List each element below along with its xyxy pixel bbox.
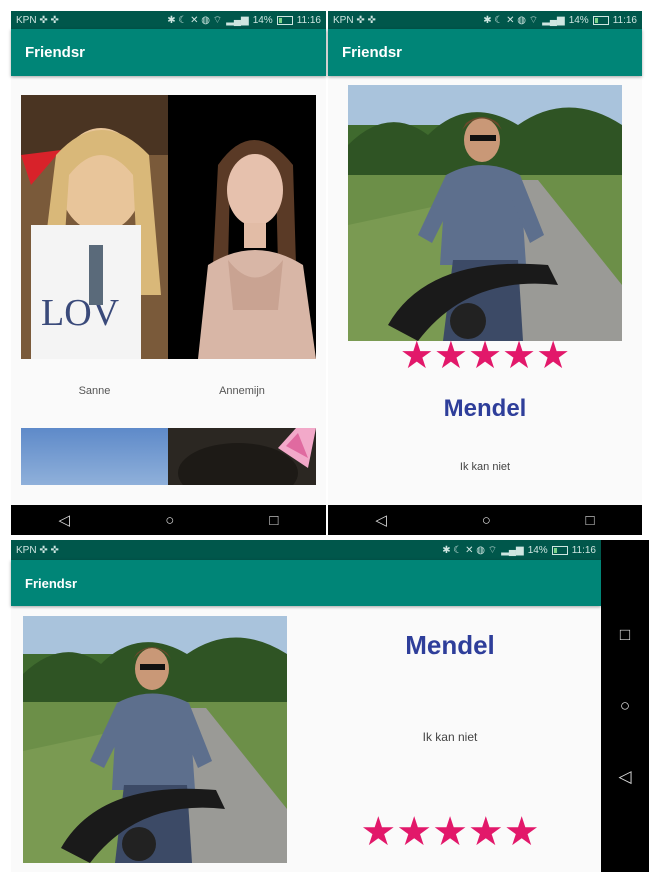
profile-name: Mendel bbox=[405, 630, 495, 660]
status-icons: ✱ ☾ ✕ ◍ ⌔ bbox=[442, 544, 498, 556]
profile-bio: Ik kan niet bbox=[459, 461, 511, 473]
nav-bar: □ ○ ◁ bbox=[601, 540, 649, 872]
star-icon: ★ bbox=[433, 335, 468, 377]
home-icon[interactable]: ○ bbox=[620, 696, 630, 716]
battery-icon bbox=[551, 545, 568, 555]
signal-icon: ▂▄▆ bbox=[226, 14, 249, 26]
app-title: Friendsr bbox=[342, 44, 403, 61]
signal-icon: ▂▄▆ bbox=[542, 14, 565, 26]
clock: 11:16 bbox=[571, 544, 596, 556]
carrier-label: KPN ✜ ✜ bbox=[333, 14, 376, 26]
profile-image bbox=[23, 616, 287, 863]
status-icons: ✱ ☾ ✕ ◍ ⌔ bbox=[167, 14, 223, 26]
app-title: Friendsr bbox=[25, 44, 86, 61]
back-icon[interactable]: ◁ bbox=[59, 511, 71, 529]
star-icon: ★ bbox=[432, 810, 468, 854]
portrait-image: LOV bbox=[21, 95, 168, 359]
status-bar: KPN ✜ ✜ ✱ ☾ ✕ ◍ ⌔ ▂▄▆ 14% 11:16 bbox=[328, 11, 642, 29]
star-icon: ★ bbox=[502, 335, 537, 377]
star-icon: ★ bbox=[467, 335, 503, 377]
app-bar: Friendsr bbox=[11, 29, 326, 76]
friend-name-annemijn: Annemijn bbox=[219, 385, 265, 397]
profile-photo bbox=[23, 616, 287, 863]
rating-stars: ★ ★ ★ ★ ★ bbox=[311, 812, 589, 852]
battery-icon bbox=[592, 15, 609, 25]
nav-bar: ◁ ○ □ bbox=[328, 505, 642, 535]
app-bar: Friendsr bbox=[11, 560, 601, 606]
home-icon[interactable]: ○ bbox=[165, 512, 174, 529]
star-icon: ★ bbox=[467, 810, 504, 854]
recents-icon[interactable]: □ bbox=[620, 625, 630, 645]
star-icon: ★ bbox=[360, 810, 397, 854]
star-icon: ★ bbox=[503, 810, 540, 854]
star-icon: ★ bbox=[399, 335, 434, 377]
battery-percent: 14% bbox=[527, 544, 548, 556]
app-title: Friendsr bbox=[25, 575, 78, 591]
friend-photo[interactable] bbox=[21, 428, 168, 485]
profile-image bbox=[348, 85, 622, 341]
screen-profile-portrait: KPN ✜ ✜ ✱ ☾ ✕ ◍ ⌔ ▂▄▆ 14% 11:16 Friendsr bbox=[328, 11, 642, 535]
star-icon: ★ bbox=[536, 335, 571, 377]
carrier-label: KPN ✜ ✜ bbox=[16, 544, 59, 556]
screen-friends-grid: KPN ✜ ✜ ✱ ☾ ✕ ◍ ⌔ ▂▄▆ 14% 11:16 Friendsr… bbox=[11, 11, 326, 535]
portrait-image bbox=[178, 428, 316, 485]
clock: 11:16 bbox=[296, 14, 321, 26]
battery-percent: 14% bbox=[568, 14, 589, 26]
svg-text:LOV: LOV bbox=[41, 292, 120, 334]
clock: 11:16 bbox=[612, 14, 637, 26]
status-icons: ✱ ☾ ✕ ◍ ⌔ bbox=[483, 14, 539, 26]
signal-icon: ▂▄▆ bbox=[501, 544, 524, 556]
recents-icon[interactable]: □ bbox=[586, 512, 595, 529]
portrait-image bbox=[168, 95, 316, 359]
back-icon[interactable]: ◁ bbox=[375, 511, 387, 529]
status-bar: KPN ✜ ✜ ✱ ☾ ✕ ◍ ⌔ ▂▄▆ 14% 11:16 bbox=[11, 540, 601, 560]
friend-photo[interactable] bbox=[168, 428, 316, 485]
profile-photo bbox=[348, 85, 622, 341]
rating-stars: ★ ★ ★ ★ ★ bbox=[328, 337, 642, 375]
friend-photo-sanne[interactable]: LOV bbox=[21, 95, 168, 359]
status-bar: KPN ✜ ✜ ✱ ☾ ✕ ◍ ⌔ ▂▄▆ 14% 11:16 bbox=[11, 11, 326, 29]
recents-icon[interactable]: □ bbox=[269, 512, 278, 529]
battery-percent: 14% bbox=[252, 14, 273, 26]
profile-bio: Ik kan niet bbox=[422, 730, 478, 744]
friend-photo-annemijn[interactable] bbox=[168, 95, 316, 359]
screen-profile-landscape: KPN ✜ ✜ ✱ ☾ ✕ ◍ ⌔ ▂▄▆ 14% 11:16 Friendsr bbox=[11, 540, 649, 872]
home-icon[interactable]: ○ bbox=[482, 512, 491, 529]
carrier-label: KPN ✜ ✜ bbox=[16, 14, 59, 26]
battery-icon bbox=[276, 15, 293, 25]
friend-name-sanne: Sanne bbox=[78, 385, 111, 397]
back-icon[interactable]: ◁ bbox=[618, 767, 631, 787]
nav-bar: ◁ ○ □ bbox=[11, 505, 326, 535]
app-bar: Friendsr bbox=[328, 29, 642, 76]
star-icon: ★ bbox=[396, 810, 433, 854]
profile-name: Mendel bbox=[443, 395, 527, 422]
